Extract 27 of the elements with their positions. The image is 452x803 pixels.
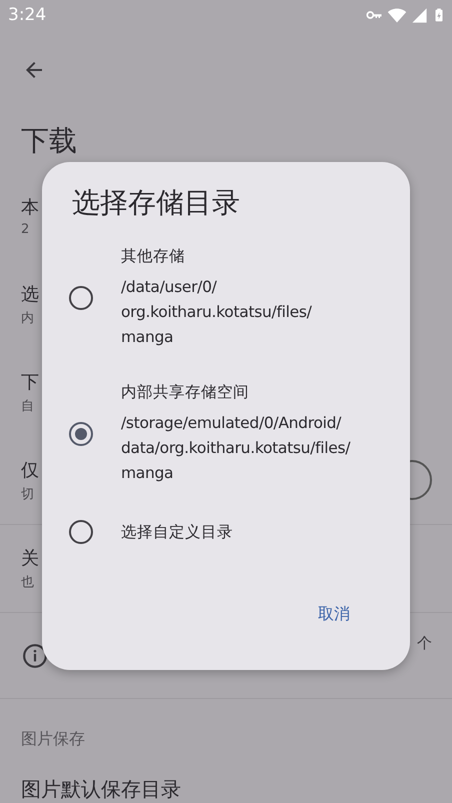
info-icon (22, 642, 48, 668)
setting-title: 关 (21, 547, 39, 570)
radio-button[interactable] (69, 422, 93, 446)
cancel-button[interactable]: 取消 (310, 598, 358, 631)
option-title: 内部共享存储空间 (121, 382, 250, 403)
option-path: /storage/emulated/0/Android/ data/org.koitharu.kotatsu/files/ manga (121, 413, 350, 484)
page-title: 下载 (20, 123, 77, 159)
radio-button[interactable] (69, 520, 93, 544)
setting-summary: 也 (21, 574, 35, 591)
setting-title: 下 (21, 370, 39, 394)
setting-summary: 内 (21, 310, 35, 326)
setting-title: 仅 (21, 458, 39, 482)
dialog-title: 选择存储目录 (71, 185, 240, 221)
radio-button[interactable] (69, 286, 93, 310)
signal-icon (411, 6, 428, 24)
status-time: 3:24 (8, 5, 46, 25)
setting-summary: 切 (21, 486, 35, 502)
section-header: 图片保存 (20, 728, 85, 750)
setting-title[interactable]: 图片默认保存目录 (0, 750, 181, 801)
setting-title: 本 (21, 196, 39, 219)
option-title: 其他存储 (121, 246, 186, 267)
setting-summary: 2 (21, 222, 30, 237)
option-title: 选择自定义目录 (121, 522, 233, 542)
setting-summary: 自 (21, 398, 35, 414)
setting-title: 选 (21, 282, 39, 306)
info-text: 个 (417, 634, 432, 653)
option-path: /data/user/0/ org.koitharu.kotatsu/files/ manga (121, 277, 312, 348)
